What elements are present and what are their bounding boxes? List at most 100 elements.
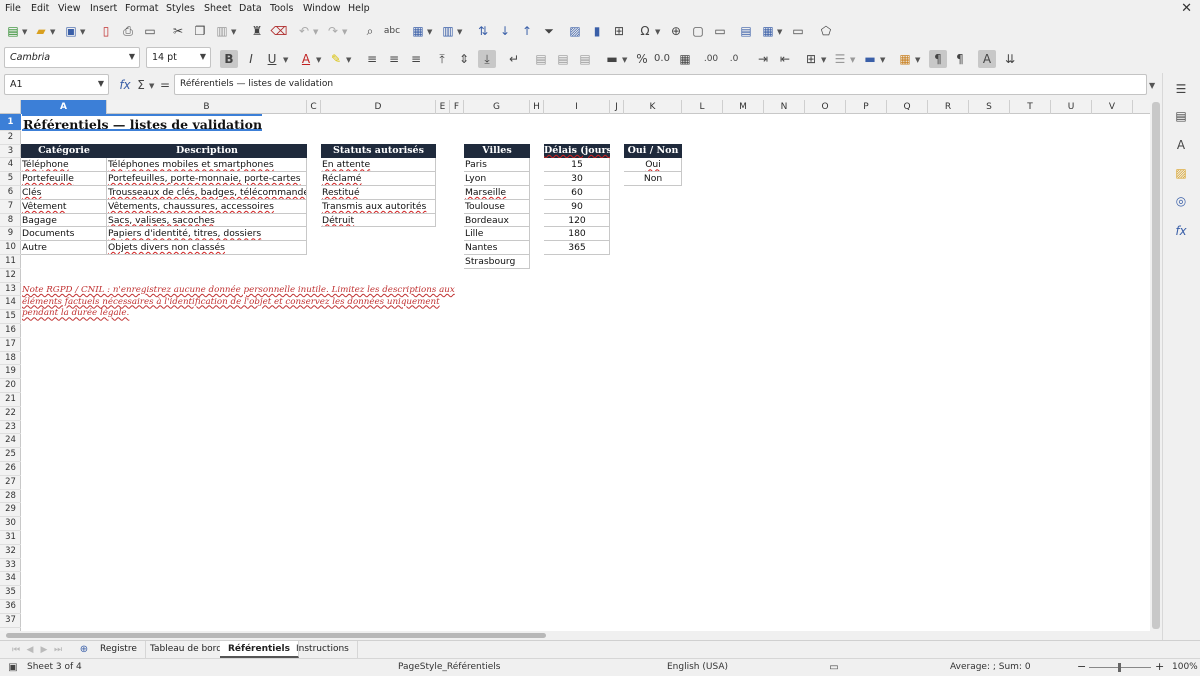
horizontal-scroll-thumb[interactable]	[6, 633, 546, 638]
column-header-o[interactable]: O	[805, 100, 846, 114]
row-header[interactable]: 23	[0, 421, 21, 435]
align-right-icon[interactable]: ≡	[408, 51, 424, 67]
cut-icon[interactable]: ✂	[170, 23, 186, 39]
description-cell[interactable]: Objets divers non classés	[107, 241, 307, 255]
expand-formula-icon[interactable]: ▼	[1149, 81, 1155, 90]
new-document-icon[interactable]: ▤	[5, 23, 21, 39]
description-header[interactable]: Description	[107, 144, 307, 158]
ouinon-cell[interactable]: Non	[624, 172, 682, 186]
column-header-v[interactable]: V	[1092, 100, 1133, 114]
close-window-icon[interactable]: ✕	[1181, 1, 1192, 16]
menu-tools[interactable]: Tools	[270, 3, 293, 14]
row-header[interactable]: 9	[0, 227, 21, 242]
row-header[interactable]: 13	[0, 283, 21, 297]
sort-ascending-icon[interactable]: ↓	[497, 23, 513, 39]
print-preview-icon[interactable]: ▭	[142, 23, 158, 39]
row-header[interactable]: 32	[0, 545, 21, 559]
delai-cell[interactable]: 90	[544, 199, 610, 214]
row-header[interactable]: 2	[0, 131, 21, 145]
column-header-h[interactable]: H	[530, 100, 544, 114]
save-icon[interactable]: ▣	[63, 23, 79, 39]
add-decimal-icon[interactable]: .00	[703, 51, 719, 67]
menu-window[interactable]: Window	[303, 3, 340, 14]
row-header[interactable]: 25	[0, 448, 21, 462]
gallery-icon[interactable]: ▨	[1173, 165, 1189, 181]
row-header[interactable]: 12	[0, 269, 21, 283]
cell-area[interactable]: Référentiels — listes de validation Caté…	[21, 114, 1150, 631]
font-name-box[interactable]: Cambria ▼	[4, 47, 140, 68]
delai-cell[interactable]: 60	[544, 186, 610, 200]
sort-icon[interactable]: ⇅	[475, 23, 491, 39]
special-character-icon[interactable]: Ω	[637, 23, 653, 39]
menu-format[interactable]: Format	[125, 3, 158, 14]
row-header[interactable]: 10	[0, 241, 21, 255]
chevron-down-icon[interactable]: ▼	[129, 52, 135, 61]
row-header[interactable]: 16	[0, 324, 21, 338]
row-header[interactable]: 35	[0, 586, 21, 600]
highlight-color-icon[interactable]: ✎	[328, 51, 344, 67]
language[interactable]: English (USA)	[667, 662, 728, 672]
decrease-indent-icon[interactable]: ⇤	[777, 51, 793, 67]
increase-indent-icon[interactable]: ⇥	[755, 51, 771, 67]
row-header[interactable]: 27	[0, 476, 21, 490]
select-all-corner[interactable]	[0, 100, 21, 114]
border-color-icon[interactable]: ▬	[862, 51, 878, 67]
row-header[interactable]: 34	[0, 572, 21, 587]
zoom-slider-handle[interactable]	[1118, 663, 1121, 672]
spreadsheet-grid[interactable]: ABCDEFGHIJKLMNOPQRSTUV 1 2 3 4 5 6 7 8 9 10 11 12 13…	[0, 100, 1150, 631]
menu-insert[interactable]: Insert	[90, 3, 117, 14]
text-direction-rtl-icon[interactable]: ¶	[952, 51, 968, 67]
delai-cell[interactable]: 120	[544, 213, 610, 228]
statut-cell[interactable]: Transmis aux autorités	[321, 199, 436, 214]
category-cell[interactable]: Autre	[21, 241, 107, 255]
row-header[interactable]: 33	[0, 559, 21, 573]
add-sheet-icon[interactable]: ⊕	[76, 642, 92, 658]
selection-mode-icon[interactable]: ▭	[826, 660, 842, 676]
villes-header[interactable]: Villes	[464, 144, 530, 158]
hyperlink-icon[interactable]: ⊕	[668, 23, 684, 39]
text-vertical-icon[interactable]: ⇊	[1002, 51, 1018, 67]
column-header-p[interactable]: P	[846, 100, 887, 114]
navigator-icon[interactable]: ◎	[1173, 193, 1189, 209]
description-cell[interactable]: Vêtements, chaussures, accessoires	[107, 199, 307, 214]
row-header[interactable]: 29	[0, 503, 21, 518]
statut-cell[interactable]: Réclamé	[321, 172, 436, 186]
statut-cell[interactable]: Restitué	[321, 186, 436, 200]
ville-cell[interactable]: Lille	[464, 227, 530, 242]
column-header-n[interactable]: N	[764, 100, 805, 114]
conditional-format-icon[interactable]: ▦	[897, 51, 913, 67]
ville-cell[interactable]: Paris	[464, 158, 530, 173]
delete-decimal-icon[interactable]: .0	[726, 51, 742, 67]
row-header[interactable]: 17	[0, 338, 21, 352]
copy-icon[interactable]: ❐	[192, 23, 208, 39]
show-draw-functions-icon[interactable]: ⬠	[818, 23, 834, 39]
column-header-d[interactable]: D	[321, 100, 436, 114]
bold-icon[interactable]: B	[220, 50, 238, 68]
text-direction-ltr-icon[interactable]: ¶	[929, 50, 947, 68]
vertical-scrollbar[interactable]	[1150, 100, 1162, 631]
row-header[interactable]: 28	[0, 490, 21, 504]
category-cell[interactable]: Téléphone	[21, 158, 107, 173]
align-bottom-icon[interactable]: ⤓	[478, 50, 496, 68]
find-replace-icon[interactable]: ⌕	[362, 23, 378, 39]
column-header-q[interactable]: Q	[887, 100, 928, 114]
row-header[interactable]: 37	[0, 614, 21, 628]
ville-cell[interactable]: Marseille	[464, 186, 530, 200]
ouinon-header[interactable]: Oui / Non	[624, 144, 682, 158]
rgpd-note[interactable]: Note RGPD / CNIL : n'enregistrez aucune …	[22, 285, 467, 320]
text-horizontal-icon[interactable]: A	[978, 50, 996, 68]
ville-cell[interactable]: Nantes	[464, 241, 530, 255]
column-header-l[interactable]: L	[682, 100, 723, 114]
sheet-title[interactable]: Référentiels — listes de validation	[22, 114, 263, 131]
category-cell[interactable]: Bagage	[21, 213, 107, 228]
column-header-c[interactable]: C	[307, 100, 321, 114]
sum-icon[interactable]: Σ	[133, 77, 149, 93]
description-cell[interactable]: Sacs, valises, sacoches	[107, 213, 307, 228]
italic-icon[interactable]: I	[243, 51, 259, 67]
row-header[interactable]: 1	[0, 114, 21, 131]
column-header-f[interactable]: F	[450, 100, 464, 114]
formula-input[interactable]: Référentiels — listes de validation	[174, 74, 1147, 95]
merge-cells-icon[interactable]: ▤	[555, 51, 571, 67]
function-wizard-icon[interactable]: fx	[117, 77, 133, 93]
statuts-header[interactable]: Statuts autorisés	[321, 144, 436, 158]
